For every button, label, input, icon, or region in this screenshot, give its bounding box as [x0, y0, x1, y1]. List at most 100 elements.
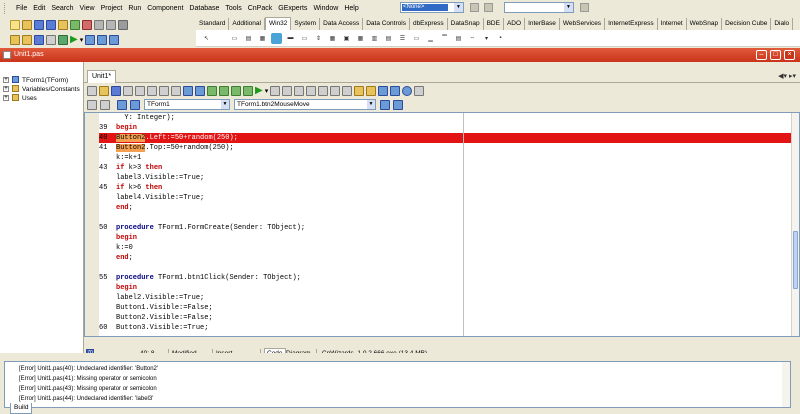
code-text[interactable]: Button2.Left:=50+random(250); — [116, 133, 238, 143]
menu-tools[interactable]: Tools — [222, 5, 244, 12]
toolbar-icon[interactable] — [580, 3, 589, 12]
code-line[interactable]: begin — [99, 283, 798, 293]
tab-build[interactable]: Build — [10, 403, 33, 414]
comment-icon[interactable] — [366, 86, 377, 96]
code-text[interactable]: if k>6 then — [116, 183, 162, 193]
code-text[interactable]: Button2.Top:=50+random(250); — [116, 143, 234, 153]
menu-database[interactable]: Database — [186, 5, 222, 12]
code-line[interactable]: Button1.Visible:=False; — [99, 303, 798, 313]
xpmanifest-icon[interactable]: ▪ — [495, 33, 506, 44]
procedure-list-icon[interactable] — [117, 100, 127, 110]
statusbar-icon[interactable]: ▁ — [425, 33, 436, 44]
code-line[interactable]: 50 procedure TForm1.FormCreate(Sender: TO… — [99, 223, 798, 233]
open-icon[interactable] — [22, 20, 32, 30]
tab-unit1[interactable]: Unit1* — [87, 70, 117, 83]
palette-tab-decision-cube[interactable]: Decision Cube — [722, 18, 772, 30]
code-text[interactable]: k:=k+1 — [116, 153, 141, 163]
palette-tab-ado[interactable]: ADO — [504, 18, 526, 30]
chevron-down-icon[interactable]: ▼ — [221, 100, 229, 109]
redo-icon[interactable] — [106, 20, 116, 30]
palette-tab-interbase[interactable]: InterBase — [525, 18, 560, 30]
code-text[interactable]: Button3.Visible:=True; — [116, 323, 208, 333]
palette-tab-additional[interactable]: Additional — [229, 18, 265, 30]
error-code-line[interactable]: 40 Button2.Left:=50+random(250); — [99, 133, 798, 143]
new-icon[interactable] — [87, 86, 97, 96]
code-text[interactable]: Y: Integer); — [116, 113, 174, 123]
class-combo[interactable]: TForm1 ▼ — [144, 99, 230, 110]
code-text[interactable]: Button2.Visible:=False; — [116, 313, 213, 323]
tree-node-uses[interactable]: Uses — [22, 95, 37, 102]
sort-icon[interactable] — [380, 100, 390, 110]
undo-icon[interactable] — [94, 20, 104, 30]
message-item[interactable]: [Error] Unit1.pas(40): Undeclared identi… — [19, 366, 158, 372]
step-over-icon[interactable] — [109, 35, 120, 45]
palette-tab-win32[interactable]: Win32 — [264, 17, 292, 30]
play-icon[interactable]: ▶ — [255, 86, 263, 96]
code-text[interactable]: label3.Visible:=True; — [116, 173, 204, 183]
new-icon[interactable] — [10, 20, 20, 30]
code-line[interactable]: 39 begin — [99, 123, 798, 133]
richedit-icon[interactable] — [271, 32, 282, 44]
palette-tab-bde[interactable]: BDE — [484, 18, 504, 30]
stop-icon[interactable] — [282, 86, 293, 96]
code-line[interactable]: k:=k+1 — [99, 153, 798, 163]
view-unit-icon[interactable] — [10, 35, 20, 45]
minimize-icon[interactable]: – — [756, 50, 767, 60]
close-icon[interactable]: × — [784, 50, 795, 60]
code-line[interactable] — [99, 263, 798, 273]
palette-tab-data-controls[interactable]: Data Controls — [363, 18, 410, 30]
tabcontrol-icon[interactable]: ▭ — [229, 33, 240, 44]
pause-icon[interactable] — [85, 35, 96, 45]
code-line[interactable]: 45 if k>6 then — [99, 183, 798, 193]
save-icon[interactable] — [34, 20, 44, 30]
method-combo[interactable]: TForm1.btn2MouseMove ▼ — [234, 99, 376, 110]
treeview-icon[interactable]: ▤ — [383, 33, 394, 44]
code-line[interactable]: Y: Integer); — [99, 113, 798, 123]
play-icon[interactable]: ▶ — [70, 35, 78, 45]
toggle-form-unit-icon[interactable] — [34, 35, 44, 45]
datetimepicker-icon[interactable]: ▦ — [355, 33, 366, 44]
palette-tab-webservices[interactable]: WebServices — [560, 18, 606, 30]
message-item[interactable]: [Error] Unit1.pas(43): Missing operator … — [19, 386, 157, 392]
save-icon[interactable] — [111, 86, 121, 96]
bookmark-icon[interactable] — [354, 86, 365, 96]
watch-icon[interactable] — [330, 86, 341, 96]
list-icon[interactable] — [393, 100, 403, 110]
menu-view[interactable]: View — [77, 5, 98, 12]
toolbar-grip[interactable] — [4, 3, 7, 14]
code-text[interactable]: if k>3 then — [116, 163, 162, 173]
pagecontrol-icon[interactable]: ▤ — [243, 33, 254, 44]
remove-file-icon[interactable] — [82, 20, 92, 30]
code-text[interactable]: k:=0 — [116, 243, 133, 253]
build-icon[interactable] — [219, 86, 229, 96]
code-line[interactable]: k:=0 — [99, 243, 798, 253]
jump-icon[interactable] — [100, 100, 110, 110]
run-icon[interactable] — [58, 35, 68, 45]
view-form-icon[interactable] — [22, 35, 32, 45]
code-editor[interactable]: Y: Integer); 39 begin 40 Button2.Left:=50+ra… — [84, 112, 800, 337]
options-icon[interactable] — [414, 86, 425, 96]
open-icon[interactable] — [99, 86, 109, 96]
breakpoint-icon[interactable] — [318, 86, 329, 96]
code-text[interactable]: begin — [116, 283, 137, 293]
toggle-icon[interactable] — [118, 20, 128, 30]
palette-tab-internet[interactable]: Internet — [658, 18, 687, 30]
code-line[interactable]: 43 if k>3 then — [99, 163, 798, 173]
menu-file[interactable]: File — [13, 5, 30, 12]
code-line[interactable]: 41 Button2.Top:=50+random(250); — [99, 143, 798, 153]
trace-icon[interactable] — [306, 86, 317, 96]
code-text[interactable]: label2.Visible:=True; — [116, 293, 204, 303]
code-text[interactable]: label4.Visible:=True; — [116, 193, 204, 203]
menu-project[interactable]: Project — [98, 5, 126, 12]
undo-icon[interactable] — [159, 86, 169, 96]
cut-icon[interactable] — [123, 86, 133, 96]
code-text[interactable]: end; — [116, 253, 133, 263]
palette-tab-datasnap[interactable]: DataSnap — [448, 18, 484, 30]
code-line[interactable]: 60 Button3.Visible:=True; — [99, 323, 798, 333]
trackbar-icon[interactable]: ▬ — [285, 33, 296, 44]
messages-scrollbar[interactable] — [782, 362, 790, 407]
pause-icon[interactable] — [270, 86, 281, 96]
coolbar-icon[interactable]: ▤ — [453, 33, 464, 44]
editor-gutter[interactable] — [85, 113, 99, 336]
imagelist-icon[interactable]: ▦ — [257, 33, 268, 44]
